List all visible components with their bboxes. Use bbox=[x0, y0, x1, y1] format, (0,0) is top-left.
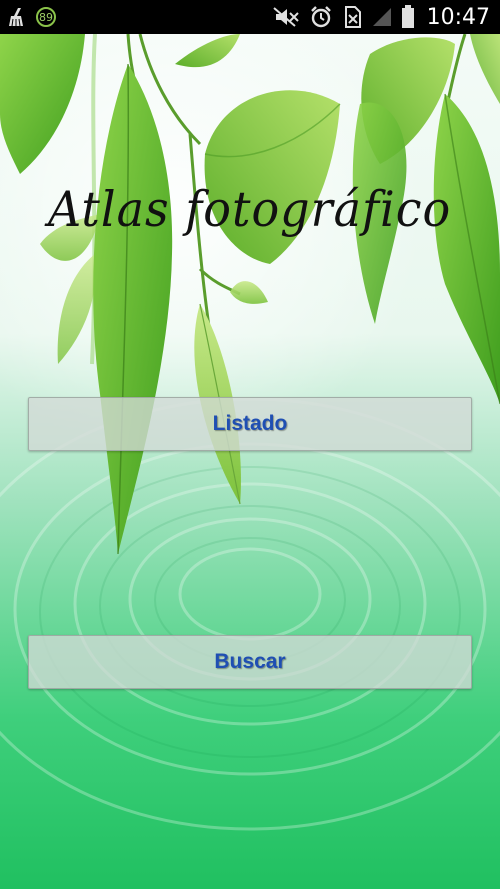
signal-icon bbox=[372, 8, 391, 26]
app-screen: Atlas fotográfico Listado Buscar bbox=[0, 34, 500, 889]
buscar-button[interactable]: Buscar bbox=[28, 635, 472, 689]
mute-icon bbox=[272, 7, 299, 27]
no-sim-icon bbox=[344, 6, 361, 28]
status-right-icons: 10:47 bbox=[272, 0, 490, 34]
buscar-button-label: Buscar bbox=[214, 650, 286, 673]
status-bar: 89 10:47 bbox=[0, 0, 500, 34]
battery-icon bbox=[401, 5, 414, 28]
listado-button[interactable]: Listado bbox=[28, 397, 472, 451]
badge-number: 89 bbox=[39, 10, 53, 24]
alarm-icon bbox=[310, 6, 331, 28]
clock: 10:47 bbox=[426, 4, 490, 30]
leaves-background-image bbox=[0, 34, 500, 889]
app-title: Atlas fotográfico bbox=[48, 180, 452, 238]
status-left-icons: 89 bbox=[6, 0, 56, 34]
badge-89-icon: 89 bbox=[36, 7, 56, 27]
listado-button-label: Listado bbox=[212, 412, 288, 435]
broom-icon bbox=[9, 8, 23, 27]
